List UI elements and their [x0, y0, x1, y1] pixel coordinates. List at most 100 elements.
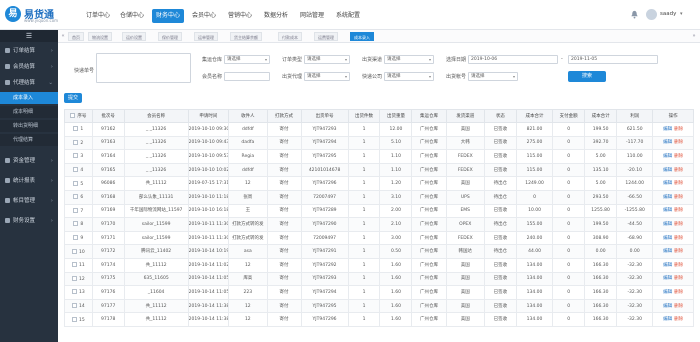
user-avatar[interactable] [646, 9, 657, 20]
waybill-textarea[interactable] [96, 53, 191, 83]
sidebar-item-account-management[interactable]: 帐目管理 › [0, 194, 58, 208]
edit-link[interactable]: 编辑 [663, 195, 672, 200]
row-select-cell[interactable]: 11 [64, 257, 93, 273]
select-all-checkbox[interactable] [70, 113, 76, 118]
row-checkbox[interactable] [71, 248, 77, 254]
tab-shipper-balance[interactable]: 货主结算余额 [230, 32, 262, 41]
warehouse-select[interactable]: 请选择 ▾ [224, 55, 270, 64]
tab-freight-management[interactable]: 运费管理 [314, 32, 338, 41]
row-select-cell[interactable]: 7 [64, 203, 93, 219]
channel-select[interactable]: 请选择 ▾ [384, 55, 434, 64]
row-select-cell[interactable]: 12 [64, 271, 93, 287]
edit-link[interactable]: 编辑 [663, 222, 672, 227]
edit-link[interactable]: 编辑 [663, 263, 672, 268]
row-checkbox[interactable] [73, 194, 79, 200]
delete-link[interactable]: 删除 [674, 317, 683, 322]
member-input[interactable] [224, 72, 270, 81]
delete-link[interactable]: 删除 [674, 276, 683, 281]
tab-payment-cost[interactable]: 付款成本 [278, 32, 302, 41]
edit-link[interactable]: 编辑 [663, 304, 672, 309]
edit-link[interactable]: 编辑 [663, 154, 672, 159]
row-checkbox[interactable] [73, 207, 79, 213]
order-type-select[interactable]: 请选择 ▾ [304, 55, 350, 64]
tabs-scroll-left-icon[interactable]: « [59, 32, 67, 41]
row-checkbox[interactable] [73, 153, 79, 159]
delete-link[interactable]: 删除 [674, 304, 683, 309]
delete-link[interactable]: 删除 [674, 140, 683, 145]
delete-link[interactable]: 删除 [674, 222, 683, 227]
delete-link[interactable]: 删除 [674, 181, 683, 186]
agent-select[interactable]: 请选择 ▾ [304, 72, 350, 81]
sidebar-item-statistics-report[interactable]: 统计报表 › [0, 174, 58, 188]
tab-waybill-management[interactable]: 运单管理 [194, 32, 218, 41]
menu-toggle-icon[interactable]: ☰ [0, 30, 58, 42]
row-checkbox[interactable] [71, 262, 77, 268]
date-to-input[interactable]: 2019-11-05 [568, 55, 658, 64]
date-from-input[interactable]: 2019-10-06 [468, 55, 558, 64]
account-select[interactable]: 请选择 ▾ [468, 72, 518, 81]
row-select-cell[interactable]: 13 [64, 285, 93, 300]
sidebar-sub-agent-settlement[interactable]: 代理结算 [0, 134, 58, 146]
delete-link[interactable]: 删除 [674, 168, 683, 173]
sidebar-sub-transfer-detail[interactable]: 转出货明细 [0, 120, 58, 132]
username[interactable]: saady [660, 11, 676, 17]
row-checkbox[interactable] [71, 275, 77, 281]
edit-link[interactable]: 编辑 [663, 317, 672, 322]
row-checkbox[interactable] [73, 139, 79, 145]
row-select-cell[interactable]: 9 [64, 230, 93, 246]
logo[interactable]: 易 易货通 www.yiquon.com [5, 5, 67, 25]
row-checkbox[interactable] [73, 126, 79, 132]
row-checkbox[interactable] [73, 180, 79, 186]
delete-link[interactable]: 删除 [674, 263, 683, 268]
edit-link[interactable]: 编辑 [663, 236, 672, 241]
bell-icon[interactable] [630, 10, 639, 19]
row-select-cell[interactable]: 2 [64, 135, 93, 151]
sidebar-item-agent-settlement[interactable]: 代理结算 ⌄ [0, 76, 58, 90]
edit-link[interactable]: 编辑 [663, 168, 672, 173]
nav-member-center[interactable]: 会员中心 [188, 9, 220, 23]
nav-warehouse-center[interactable]: 仓储中心 [116, 9, 148, 23]
nav-marketing-center[interactable]: 营销中心 [224, 9, 256, 23]
tab-home[interactable]: 首页 [68, 32, 84, 41]
tab-rate-settings[interactable]: 运价设置 [122, 32, 146, 41]
delete-link[interactable]: 删除 [674, 290, 683, 295]
sidebar-sub-cost-entry[interactable]: 成本录入 [0, 92, 58, 104]
row-select-cell[interactable]: 1 [64, 122, 93, 137]
delete-link[interactable]: 删除 [674, 249, 683, 254]
row-checkbox[interactable] [73, 167, 79, 173]
row-select-cell[interactable]: 14 [64, 298, 93, 314]
row-select-cell[interactable]: 4 [64, 162, 93, 178]
edit-link[interactable]: 编辑 [663, 290, 672, 295]
row-select-cell[interactable]: 15 [64, 312, 93, 327]
row-select-cell[interactable]: 6 [64, 189, 93, 205]
nav-site-management[interactable]: 网站管理 [296, 9, 328, 23]
delete-link[interactable]: 删除 [674, 208, 683, 213]
row-select-cell[interactable]: 5 [64, 176, 93, 191]
nav-system-config[interactable]: 系统配置 [332, 9, 364, 23]
delete-link[interactable]: 删除 [674, 195, 683, 200]
sidebar-item-fund-management[interactable]: 资金管理 › [0, 154, 58, 168]
edit-link[interactable]: 编辑 [663, 276, 672, 281]
edit-link[interactable]: 编辑 [663, 249, 672, 254]
edit-link[interactable]: 编辑 [663, 127, 672, 132]
nav-finance-center[interactable]: 财务中心 [152, 9, 184, 23]
sidebar-item-order-settlement[interactable]: 订单结算 › [0, 44, 58, 58]
tab-insurance-management[interactable]: 保价管理 [158, 32, 182, 41]
sidebar-sub-cost-detail[interactable]: 成本明细 [0, 106, 58, 118]
tab-logistics-settings[interactable]: 物流设置 [88, 32, 112, 41]
express-select[interactable]: 请选择 ▾ [384, 72, 434, 81]
chevron-down-icon[interactable]: ▾ [680, 11, 683, 17]
row-checkbox[interactable] [73, 221, 79, 227]
row-checkbox[interactable] [71, 303, 77, 309]
row-select-cell[interactable]: 8 [64, 217, 93, 232]
nav-order-center[interactable]: 订单中心 [82, 9, 114, 23]
delete-link[interactable]: 删除 [674, 236, 683, 241]
tab-cost-entry[interactable]: 成本录入 [350, 32, 374, 41]
nav-data-analysis[interactable]: 数据分析 [260, 9, 292, 23]
sidebar-item-member-settlement[interactable]: 会员结算 › [0, 60, 58, 74]
search-button[interactable]: 搜索 [568, 71, 606, 82]
row-select-cell[interactable]: 10 [64, 244, 93, 259]
tabs-scroll-right-icon[interactable]: » [690, 32, 698, 41]
row-select-cell[interactable]: 3 [64, 149, 93, 164]
sidebar-item-finance-settings[interactable]: 财务设置 › [0, 214, 58, 228]
